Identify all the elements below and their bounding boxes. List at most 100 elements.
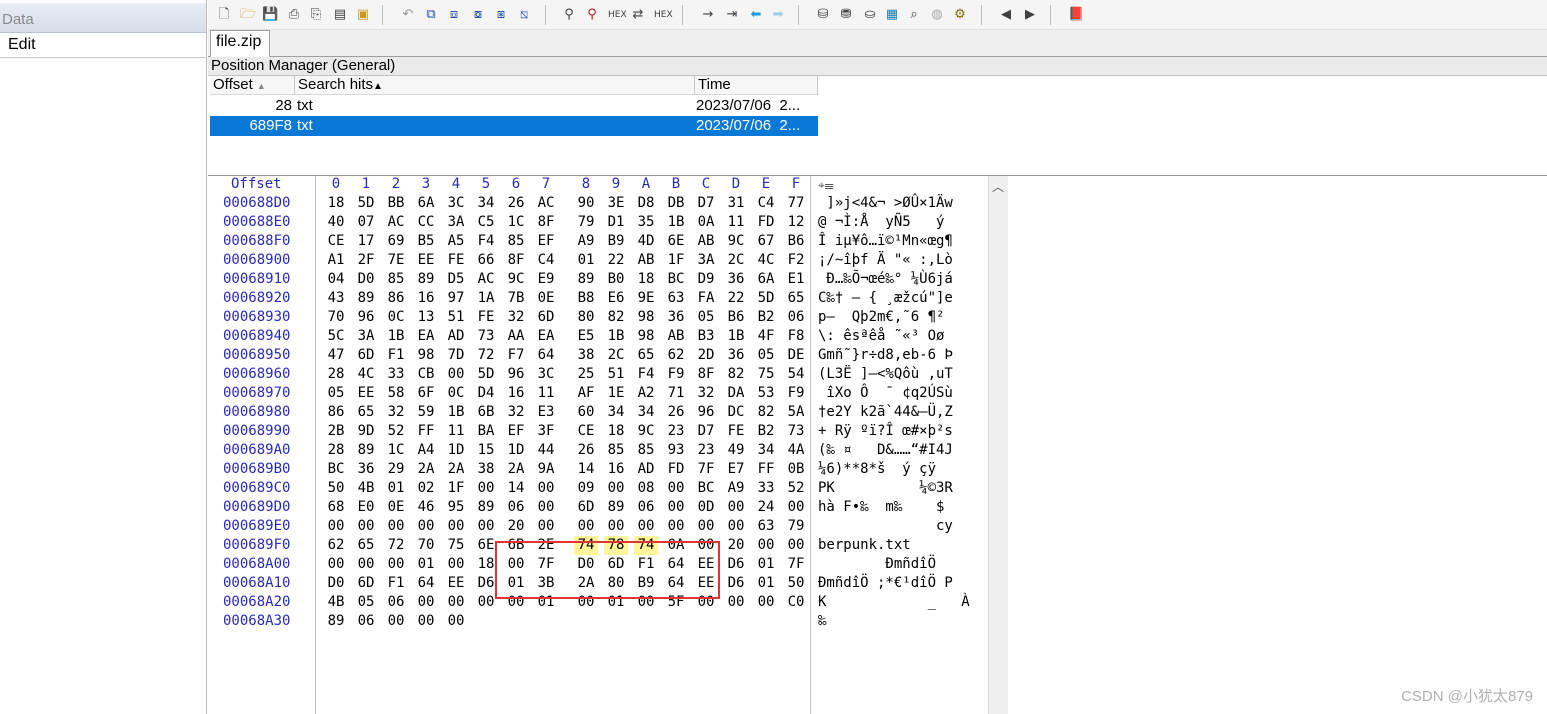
- hex-byte[interactable]: 65: [634, 346, 658, 365]
- hex-byte[interactable]: BC: [694, 479, 718, 498]
- hex-byte[interactable]: 1E: [604, 384, 628, 403]
- hex-byte[interactable]: B9: [604, 232, 628, 251]
- hex-byte[interactable]: 15: [474, 441, 498, 460]
- hex-byte[interactable]: AC: [474, 270, 498, 289]
- ascii-text[interactable]: Ð…‰Õ¬œé‰° ¼Ù6já: [818, 270, 952, 289]
- ascii-text[interactable]: hà F•‰ m‰ $: [818, 498, 953, 517]
- hex-byte[interactable]: 54: [784, 365, 808, 384]
- column-header-search-hits[interactable]: Search hits▲: [295, 76, 695, 95]
- hex-byte[interactable]: C0: [784, 593, 808, 612]
- hex-byte[interactable]: EE: [354, 384, 378, 403]
- prev-block-icon[interactable]: ◀: [998, 7, 1014, 23]
- hex-byte[interactable]: 34: [754, 441, 778, 460]
- ascii-text[interactable]: ¡/~îþf Ä "« :,Lò: [818, 251, 953, 270]
- hex-byte[interactable]: 00: [414, 593, 438, 612]
- goto-offset-icon[interactable]: ⇥: [724, 7, 740, 23]
- hex-byte[interactable]: 18: [634, 270, 658, 289]
- hex-byte[interactable]: 00: [444, 593, 468, 612]
- forward-icon[interactable]: ➡: [770, 7, 786, 23]
- hex-byte[interactable]: 82: [754, 403, 778, 422]
- hex-byte[interactable]: 11: [724, 213, 748, 232]
- hex-row[interactable]: 00068A30 89 06 00 00 00 ‰: [208, 612, 988, 631]
- hex-byte[interactable]: 01: [754, 555, 778, 574]
- hex-byte[interactable]: EF: [534, 232, 558, 251]
- hex-byte[interactable]: 6D: [574, 498, 598, 517]
- hex-byte[interactable]: 64: [534, 346, 558, 365]
- hex-byte[interactable]: 9E: [634, 289, 658, 308]
- hex-byte[interactable]: 89: [604, 498, 628, 517]
- scroll-up-icon[interactable]: ︿: [992, 178, 1004, 195]
- hex-byte[interactable]: FF: [414, 422, 438, 441]
- hex-byte[interactable]: E5: [574, 327, 598, 346]
- hex-byte[interactable]: 05: [354, 593, 378, 612]
- hex-byte[interactable]: 60: [574, 403, 598, 422]
- hex-byte[interactable]: 1B: [384, 327, 408, 346]
- hex-byte[interactable]: 09: [574, 479, 598, 498]
- ascii-text[interactable]: (‰ ¤ D&……“#I4J: [818, 441, 953, 460]
- hex-byte[interactable]: 3A: [444, 213, 468, 232]
- hex-byte[interactable]: 9A: [534, 460, 558, 479]
- hex-byte[interactable]: 22: [724, 289, 748, 308]
- hex-byte[interactable]: 6D: [354, 574, 378, 593]
- hex-byte[interactable]: 9D: [354, 422, 378, 441]
- hex-byte[interactable]: 12: [784, 213, 808, 232]
- hex-byte[interactable]: 18: [604, 422, 628, 441]
- hex-byte[interactable]: 4B: [324, 593, 348, 612]
- hex-byte[interactable]: 47: [324, 346, 348, 365]
- hex-byte[interactable]: 5D: [754, 289, 778, 308]
- hex-byte[interactable]: 3A: [354, 327, 378, 346]
- hex-byte[interactable]: 51: [444, 308, 468, 327]
- hex-byte[interactable]: 00: [534, 517, 558, 536]
- hex-byte[interactable]: FE: [724, 422, 748, 441]
- hex-byte[interactable]: 31: [724, 194, 748, 213]
- hex-byte[interactable]: D1: [604, 213, 628, 232]
- hex-byte[interactable]: 11: [534, 384, 558, 403]
- hex-byte[interactable]: 14: [504, 479, 528, 498]
- hex-byte[interactable]: 79: [784, 517, 808, 536]
- hex-byte[interactable]: E3: [534, 403, 558, 422]
- hex-byte[interactable]: 16: [504, 384, 528, 403]
- hex-row[interactable]: 00068960 28 4C 33 CB 00 5D 96 3C 25 51 F4 F9 8F 82 75 54…: [208, 365, 988, 384]
- hex-byte[interactable]: AC: [534, 194, 558, 213]
- hex-byte[interactable]: 1F: [664, 251, 688, 270]
- hex-byte[interactable]: 1C: [504, 213, 528, 232]
- hex-row[interactable]: 00068980 86 65 32 59 1B 6B 32 E3 60 34 34 26 96 DC 82 5A…: [208, 403, 988, 422]
- ascii-text[interactable]: berpunk.txt: [818, 536, 953, 555]
- vertical-scrollbar[interactable]: ︿: [988, 176, 1008, 714]
- hex-byte[interactable]: 3E: [604, 194, 628, 213]
- hex-byte[interactable]: B2: [754, 422, 778, 441]
- hex-byte[interactable]: 4A: [784, 441, 808, 460]
- hex-byte[interactable]: 00: [754, 536, 778, 555]
- hex-byte[interactable]: 25: [574, 365, 598, 384]
- hex-row[interactable]: 00068900 A1 2F 7E EE FE 66 8F C4 01 22 AB 1F 3A 2C 4C F2…: [208, 251, 988, 270]
- hex-byte[interactable]: 6A: [414, 194, 438, 213]
- hex-byte[interactable]: 9C: [634, 422, 658, 441]
- hex-byte[interactable]: 62: [664, 346, 688, 365]
- hex-row[interactable]: 00068920 43 89 86 16 97 1A 7B 0E B8 E6 9E 63 FA 22 5D 65…: [208, 289, 988, 308]
- hex-row[interactable]: 00068930 70 96 0C 13 51 FE 32 6D 80 82 98 36 05 B6 B2 06…: [208, 308, 988, 327]
- hex-byte[interactable]: D6: [724, 574, 748, 593]
- goto-icon[interactable]: →: [700, 7, 716, 23]
- hex-byte[interactable]: 00: [534, 479, 558, 498]
- hex-row[interactable]: 00068970 05 EE 58 6F 0C D4 16 11 AF 1E A2 71 32 DA 53 F9…: [208, 384, 988, 403]
- copy-hex-icon[interactable]: ⧅: [516, 7, 532, 23]
- hex-byte[interactable]: 07: [354, 213, 378, 232]
- hex-byte[interactable]: 77: [784, 194, 808, 213]
- hex-byte[interactable]: 98: [414, 346, 438, 365]
- hex-byte[interactable]: 90: [574, 194, 598, 213]
- hex-byte[interactable]: 26: [504, 194, 528, 213]
- hex-byte[interactable]: AA: [504, 327, 528, 346]
- hex-byte[interactable]: D7: [694, 422, 718, 441]
- tab-file-zip[interactable]: file.zip: [210, 30, 270, 57]
- hex-byte[interactable]: CE: [324, 232, 348, 251]
- hex-byte[interactable]: B5: [414, 232, 438, 251]
- hex-byte[interactable]: D5: [444, 270, 468, 289]
- hex-byte[interactable]: 58: [384, 384, 408, 403]
- hex-byte[interactable]: F8: [784, 327, 808, 346]
- hex-byte[interactable]: F1: [384, 346, 408, 365]
- hex-row[interactable]: 000688E0 40 07 AC CC 3A C5 1C 8F 79 D1 35 1B 0A 11 FD 12…: [208, 213, 988, 232]
- hex-byte[interactable]: 2F: [354, 251, 378, 270]
- hex-byte[interactable]: 02: [414, 479, 438, 498]
- hex-byte[interactable]: F9: [784, 384, 808, 403]
- hex-byte[interactable]: 6B: [474, 403, 498, 422]
